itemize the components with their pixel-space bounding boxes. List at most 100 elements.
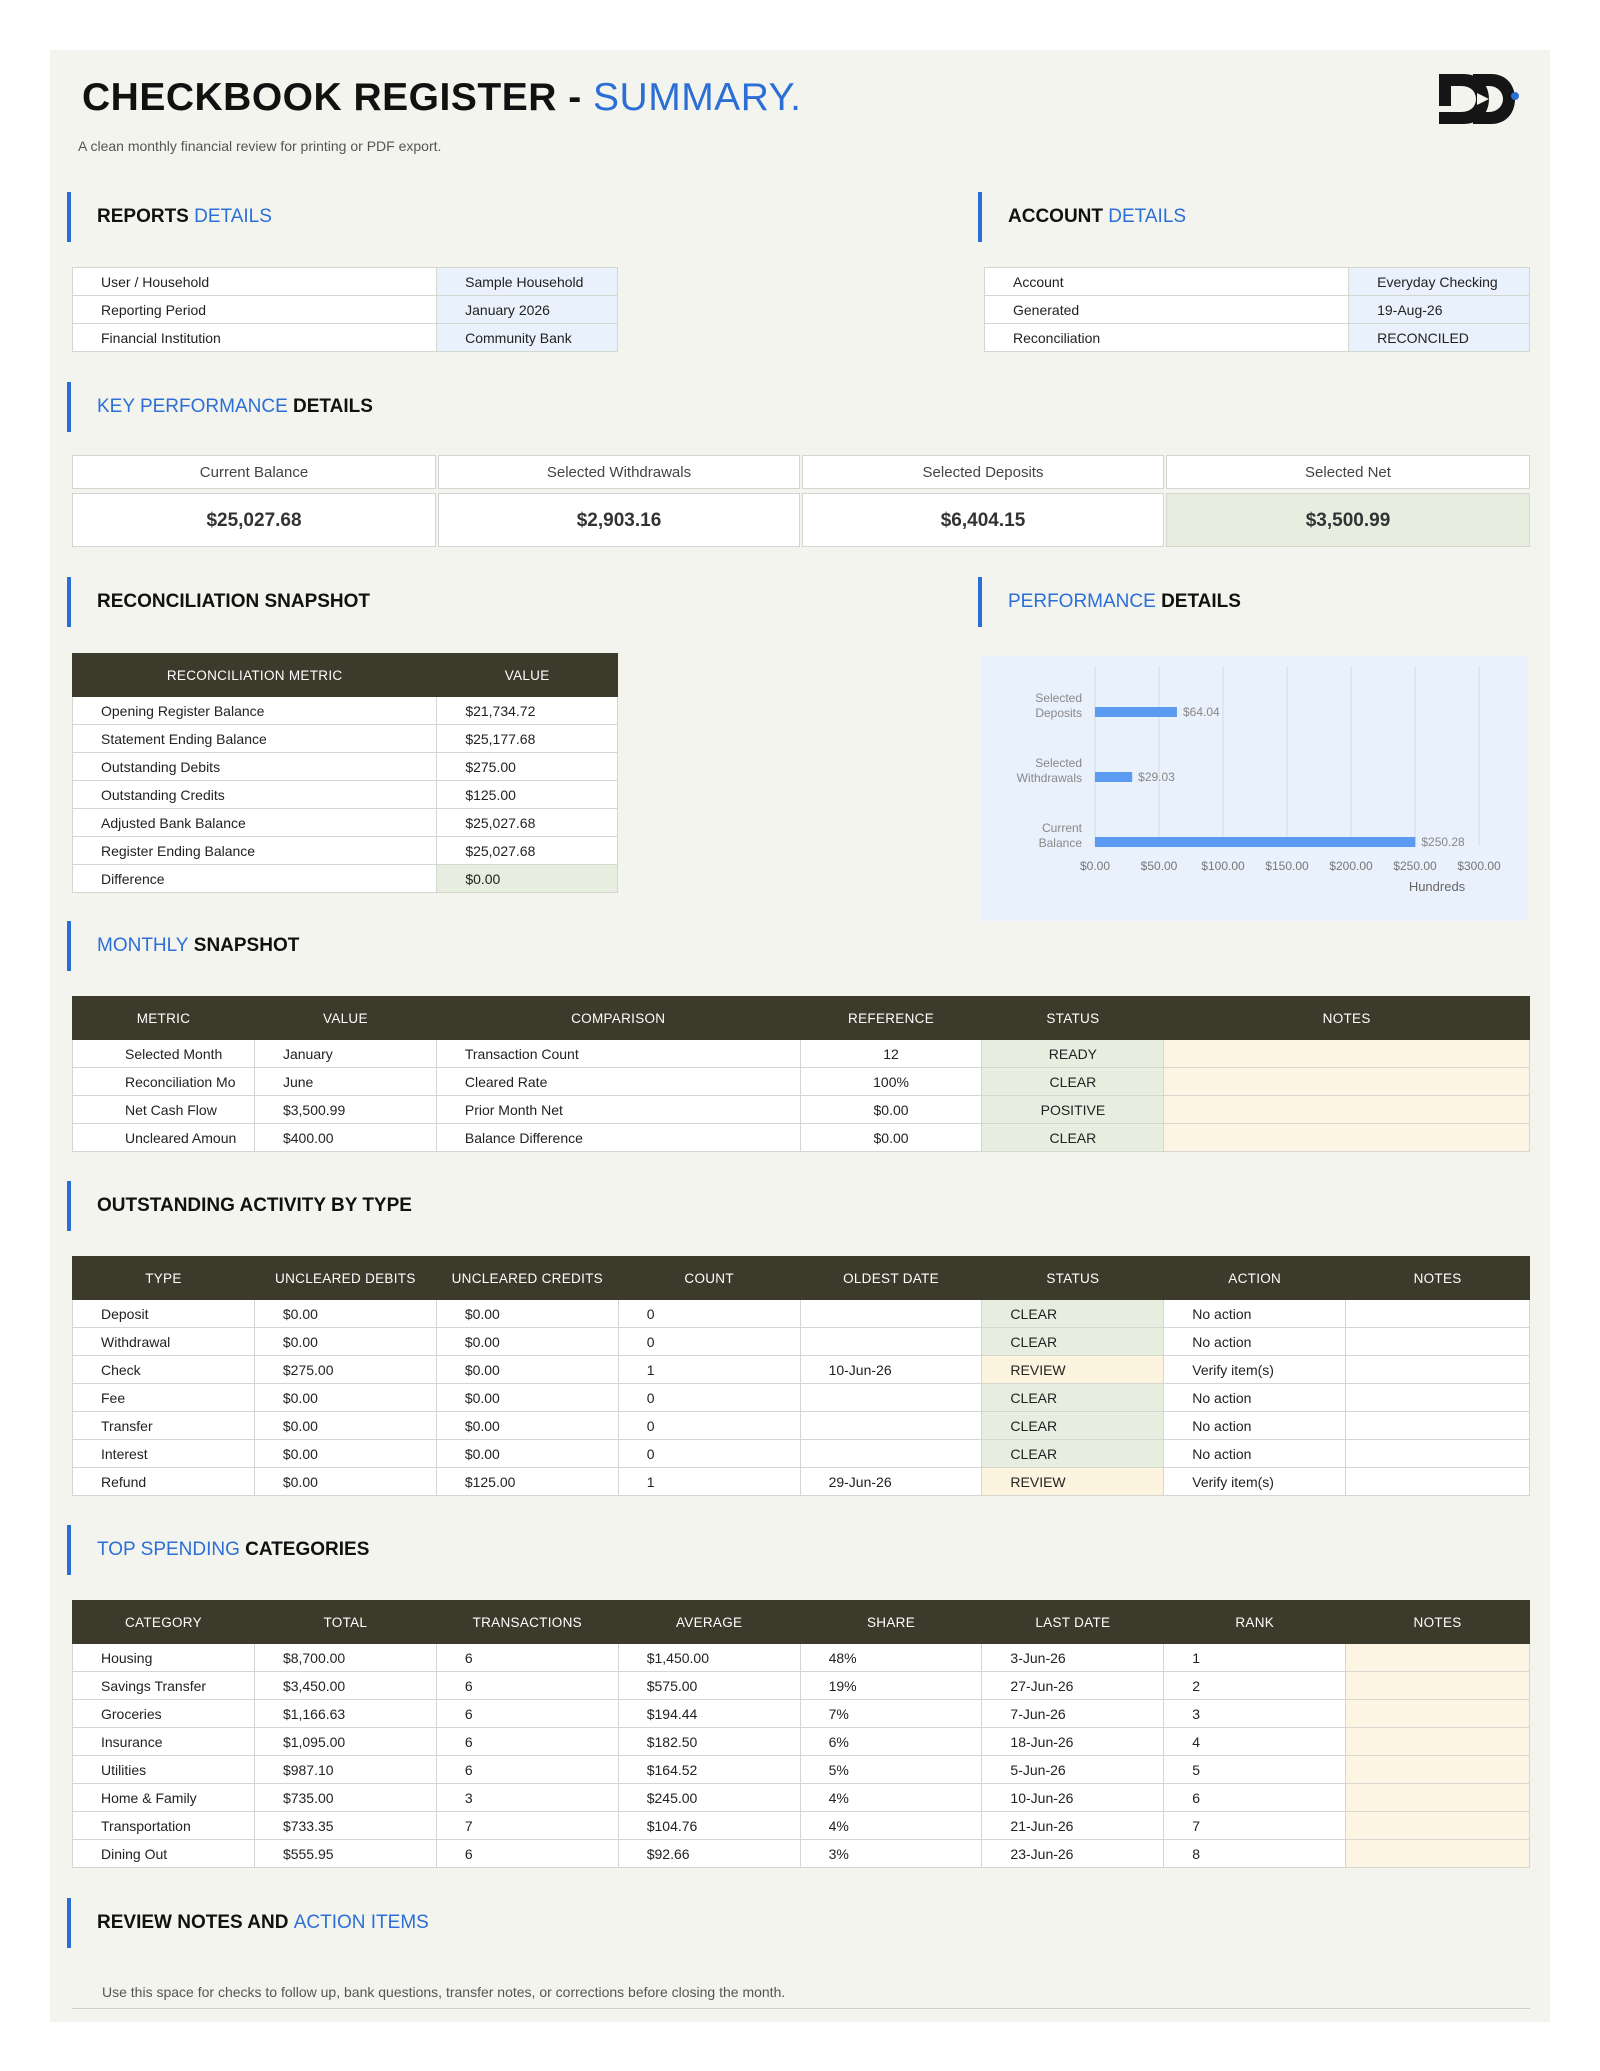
notes-cell[interactable] — [1345, 1811, 1530, 1840]
transactions-cell: 6 — [435, 1727, 619, 1756]
table-row: Fee $0.00 $0.00 0 CLEAR No action — [72, 1383, 1530, 1412]
type-cell: Check — [72, 1355, 255, 1384]
notes-cell[interactable] — [1345, 1383, 1530, 1412]
status-badge: POSITIVE — [981, 1095, 1165, 1124]
column-header: OLDEST DATE — [799, 1256, 983, 1300]
status-badge: CLEAR — [981, 1411, 1165, 1440]
table-row: Insurance $1,095.00 6 $182.50 6% 18-Jun-26 4 — [72, 1727, 1530, 1756]
chart-x-tick-label: $300.00 — [1457, 859, 1501, 873]
total-cell: $8,700.00 — [253, 1643, 437, 1672]
notes-cell[interactable] — [1163, 1067, 1530, 1096]
column-header: METRIC — [72, 996, 255, 1040]
debits-cell: $0.00 — [253, 1383, 437, 1412]
category-cell: Transportation — [72, 1811, 255, 1840]
action-cell: Verify item(s) — [1163, 1355, 1347, 1384]
action-cell: No action — [1163, 1411, 1347, 1440]
rank-cell: 6 — [1163, 1783, 1347, 1812]
category-cell: Home & Family — [72, 1783, 255, 1812]
column-header: STATUS — [981, 1256, 1165, 1300]
section-outstanding-activity: OUTSTANDING ACTIVITY BY TYPE — [67, 1181, 412, 1231]
notes-cell[interactable] — [1345, 1439, 1530, 1468]
average-cell: $245.00 — [617, 1783, 801, 1812]
table-row: Refund $0.00 $125.00 1 29-Jun-26 REVIEW Verify… — [72, 1467, 1530, 1496]
review-notes-text[interactable]: Use this space for checks to follow up, … — [102, 1984, 785, 2000]
notes-cell[interactable] — [1345, 1467, 1530, 1496]
notes-cell[interactable] — [1345, 1299, 1530, 1328]
count-cell: 0 — [617, 1299, 801, 1328]
chart-bar — [1095, 837, 1416, 847]
action-cell: No action — [1163, 1439, 1347, 1468]
transactions-cell: 6 — [435, 1643, 619, 1672]
credits-cell: $0.00 — [435, 1439, 619, 1468]
type-cell: Withdrawal — [72, 1327, 255, 1356]
notes-cell[interactable] — [1345, 1699, 1530, 1728]
average-cell: $1,450.00 — [617, 1643, 801, 1672]
notes-cell[interactable] — [1345, 1671, 1530, 1700]
table-row: Transfer $0.00 $0.00 0 CLEAR No action — [72, 1411, 1530, 1440]
summary-sheet: CHECKBOOK REGISTER - SUMMARY. A clean mo… — [50, 50, 1550, 2022]
table-row: User / Household Sample Household — [71, 267, 618, 296]
notes-cell[interactable] — [1345, 1839, 1530, 1868]
last-date-cell: 27-Jun-26 — [981, 1671, 1165, 1700]
notes-cell[interactable] — [1163, 1039, 1530, 1068]
type-cell: Fee — [72, 1383, 255, 1412]
notes-cell[interactable] — [1163, 1123, 1530, 1152]
status-badge: READY — [981, 1039, 1165, 1068]
table-row: Reporting Period January 2026 — [71, 295, 618, 324]
notes-cell[interactable] — [1345, 1755, 1530, 1784]
chart-x-tick-label: $200.00 — [1329, 859, 1373, 873]
notes-cell[interactable] — [1345, 1783, 1530, 1812]
table-row: Dining Out $555.95 6 $92.66 3% 23-Jun-26 8 — [72, 1839, 1530, 1868]
credits-cell: $0.00 — [435, 1383, 619, 1412]
column-header: VALUE — [436, 653, 618, 697]
share-cell: 5% — [799, 1755, 983, 1784]
table-row: Register Ending Balance $25,027.68 — [71, 836, 618, 865]
table-row: Difference $0.00 — [71, 864, 618, 893]
category-cell: Savings Transfer — [72, 1671, 255, 1700]
notes-cell[interactable] — [1345, 1327, 1530, 1356]
column-header: SHARE — [799, 1600, 983, 1644]
chart-data-label: $29.03 — [1138, 770, 1175, 784]
total-cell: $3,450.00 — [253, 1671, 437, 1700]
category-cell: Groceries — [72, 1699, 255, 1728]
section-reports-details: REPORTS DETAILS — [67, 192, 272, 242]
last-date-cell: 3-Jun-26 — [981, 1643, 1165, 1672]
column-header: NOTES — [1163, 996, 1530, 1040]
rank-cell: 5 — [1163, 1755, 1347, 1784]
last-date-cell: 23-Jun-26 — [981, 1839, 1165, 1868]
status-badge: REVIEW — [981, 1467, 1165, 1496]
table-row: Outstanding Credits $125.00 — [71, 780, 618, 809]
category-cell: Dining Out — [72, 1839, 255, 1868]
average-cell: $575.00 — [617, 1671, 801, 1700]
notes-cell[interactable] — [1163, 1095, 1530, 1124]
chart-category-label: Selected — [1035, 691, 1082, 705]
rank-cell: 4 — [1163, 1727, 1347, 1756]
share-cell: 7% — [799, 1699, 983, 1728]
credits-cell: $0.00 — [435, 1355, 619, 1384]
status-badge: CLEAR — [981, 1067, 1165, 1096]
count-cell: 0 — [617, 1327, 801, 1356]
last-date-cell: 5-Jun-26 — [981, 1755, 1165, 1784]
chart-x-unit-label: Hundreds — [1409, 879, 1466, 894]
column-header: COUNT — [617, 1256, 801, 1300]
count-cell: 0 — [617, 1383, 801, 1412]
notes-cell[interactable] — [1345, 1643, 1530, 1672]
debits-cell: $0.00 — [253, 1411, 437, 1440]
average-cell: $92.66 — [617, 1839, 801, 1868]
debits-cell: $0.00 — [253, 1439, 437, 1468]
column-header: COMPARISON — [435, 996, 801, 1040]
chart-category-label: Current — [1042, 821, 1083, 835]
action-cell: Verify item(s) — [1163, 1467, 1347, 1496]
type-cell: Refund — [72, 1467, 255, 1496]
debits-cell: $0.00 — [253, 1299, 437, 1328]
table-row: Net Cash Flow $3,500.99 Prior Month Net … — [72, 1095, 1530, 1124]
section-performance-details: PERFORMANCE DETAILS — [978, 577, 1241, 627]
chart-data-label: $250.28 — [1421, 835, 1465, 849]
notes-cell[interactable] — [1345, 1411, 1530, 1440]
rank-cell: 2 — [1163, 1671, 1347, 1700]
table-row: Reconciliation Mo June Cleared Rate 100%… — [72, 1067, 1530, 1096]
notes-cell[interactable] — [1345, 1355, 1530, 1384]
account-details-table: Account Everyday Checking Generated 19-Aug… — [983, 267, 1530, 352]
notes-cell[interactable] — [1345, 1727, 1530, 1756]
rank-cell: 7 — [1163, 1811, 1347, 1840]
